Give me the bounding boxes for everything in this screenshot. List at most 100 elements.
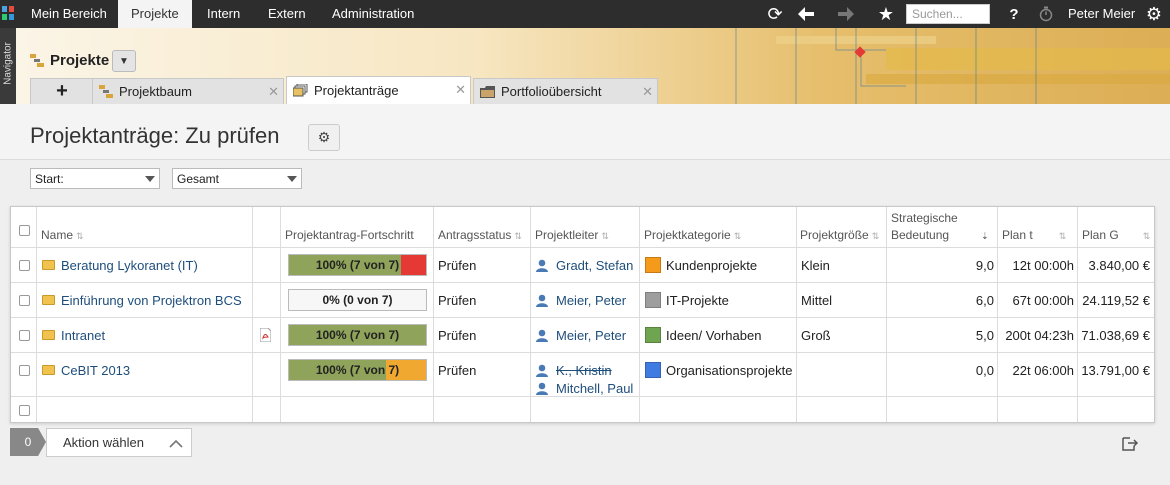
project-name-link[interactable]: Intranet xyxy=(61,328,105,343)
header-label: Plan t xyxy=(1002,228,1033,242)
strategic-value: 6,0 xyxy=(975,293,994,308)
project-leader-link[interactable]: Gradt, Stefan xyxy=(556,258,633,273)
progress-bar: 100% (7 von 7) xyxy=(288,324,427,346)
header-label: Bedeutung xyxy=(891,228,950,242)
tab-label: Portfolioübersicht xyxy=(501,84,602,99)
table-row[interactable]: Einführung von Projektron BCS 0% (0 von 7… xyxy=(11,282,1154,317)
scope-filter-value: Gesamt xyxy=(177,172,220,186)
proposals-stack-icon xyxy=(293,84,308,97)
progress-label: 0% (0 von 7) xyxy=(322,293,393,307)
add-tab-button[interactable]: + xyxy=(30,78,94,104)
proposals-table: Name ⇅ Projektantrag-Fortschritt Antragss… xyxy=(10,206,1155,423)
nav-projekte[interactable]: Projekte xyxy=(118,0,192,28)
nav-mein-bereich[interactable]: Mein Bereich xyxy=(18,0,120,28)
header-category[interactable]: Projektkategorie ⇅ xyxy=(644,228,741,242)
header-strategic[interactable]: Bedeutung ⇣ xyxy=(891,228,989,242)
row-checkbox[interactable] xyxy=(19,260,30,271)
navigator-label: Navigator xyxy=(2,42,14,85)
page-title: Projektanträge: Zu prüfen xyxy=(30,123,280,148)
action-select[interactable]: Aktion wählen xyxy=(46,428,192,457)
nav-administration[interactable]: Administration xyxy=(319,0,427,28)
header-size[interactable]: Projektgröße ⇅ xyxy=(800,228,879,242)
close-tab-icon[interactable]: ✕ xyxy=(268,84,279,100)
person-icon xyxy=(536,329,548,342)
start-filter-select[interactable]: Start: xyxy=(30,168,160,189)
plan-g-value: 24.119,52 € xyxy=(1082,293,1150,308)
sort-icon: ⇅ xyxy=(733,231,742,241)
favorites-star-icon[interactable]: ★ xyxy=(875,4,897,24)
summary-checkbox[interactable] xyxy=(19,405,30,416)
project-leader-link[interactable]: K., Kristin xyxy=(556,363,612,378)
module-menu-dropdown-button[interactable]: ▼ xyxy=(112,50,136,72)
table-row[interactable]: Intranet 100% (7 von 7) Prüfen Meier, Peter… xyxy=(11,317,1154,352)
nav-intern[interactable]: Intern xyxy=(194,0,253,28)
category-color-swatch xyxy=(645,257,661,273)
header-status[interactable]: Antragsstatus ⇅ xyxy=(438,228,522,242)
project-leader-link[interactable]: Meier, Peter xyxy=(556,293,626,308)
export-icon[interactable] xyxy=(1121,434,1139,452)
project-name-link[interactable]: Einführung von Projektron BCS xyxy=(61,293,242,308)
search-input[interactable] xyxy=(906,4,990,24)
page-settings-button[interactable]: ⚙ xyxy=(308,124,340,151)
help-icon[interactable]: ? xyxy=(1003,4,1025,24)
scope-filter-select[interactable]: Gesamt xyxy=(172,168,302,189)
project-name-link[interactable]: Beratung Lykoranet (IT) xyxy=(61,258,198,273)
chevron-up-icon xyxy=(169,439,183,448)
tab-projektantraege[interactable]: Projektanträge ✕ xyxy=(286,76,471,104)
progress-label: 100% (7 von 7) xyxy=(315,328,400,342)
project-name-link[interactable]: CeBIT 2013 xyxy=(61,363,130,378)
person-icon xyxy=(536,382,548,395)
refresh-icon[interactable]: ⟳ xyxy=(764,4,786,24)
summary-row xyxy=(11,396,1154,422)
tab-projektbaum[interactable]: Projektbaum ✕ xyxy=(92,78,284,104)
banner-decoration-graphic xyxy=(735,28,1170,104)
header-label: Projektgröße xyxy=(800,228,869,242)
project-leader-link[interactable]: Mitchell, Paul xyxy=(556,381,633,396)
project-leader-link[interactable]: Meier, Peter xyxy=(556,328,626,343)
row-checkbox[interactable] xyxy=(19,365,30,376)
forward-arrow-icon[interactable] xyxy=(835,4,857,24)
progress-bar: 100% (7 von 7) xyxy=(288,254,427,276)
header-plan-g[interactable]: Plan G ⇅ xyxy=(1082,228,1150,242)
plan-t-value: 22t 06:00h xyxy=(1012,363,1074,378)
row-checkbox[interactable] xyxy=(19,295,30,306)
folder-icon xyxy=(42,365,55,375)
nav-extern[interactable]: Extern xyxy=(255,0,319,28)
stopwatch-icon[interactable] xyxy=(1035,4,1057,24)
person-icon xyxy=(536,364,548,377)
strategic-value: 9,0 xyxy=(975,258,994,273)
progress-label: 100% (7 von 7) xyxy=(315,363,400,377)
folder-icon xyxy=(42,295,55,305)
strategic-value: 5,0 xyxy=(975,328,994,343)
header-label: Plan G xyxy=(1082,228,1119,242)
header-plan-t[interactable]: Plan t ⇅ xyxy=(1002,228,1066,242)
start-filter-value: Start: xyxy=(35,172,64,186)
header-name[interactable]: Name ⇅ xyxy=(41,228,84,242)
header-progress[interactable]: Projektantrag-Fortschritt xyxy=(285,228,414,242)
table-row[interactable]: CeBIT 2013 100% (7 von 7) Prüfen K., Kristi… xyxy=(11,352,1154,396)
tab-label: Projektbaum xyxy=(119,84,192,99)
pdf-document-icon[interactable] xyxy=(260,328,271,342)
sort-icon: ⇅ xyxy=(76,231,84,241)
tab-portfoliouebersicht[interactable]: Portfolioübersicht ✕ xyxy=(473,78,658,104)
close-tab-icon[interactable]: ✕ xyxy=(642,84,653,100)
sort-icon: ⇅ xyxy=(1058,231,1067,241)
user-name[interactable]: Peter Meier xyxy=(1068,0,1135,28)
header-strategic-line1[interactable]: Strategische xyxy=(891,211,958,225)
settings-gear-icon[interactable]: ⚙ xyxy=(1143,4,1165,24)
close-tab-icon[interactable]: ✕ xyxy=(455,82,466,98)
select-all-checkbox[interactable] xyxy=(19,225,30,236)
action-label: Aktion wählen xyxy=(63,435,144,450)
status-text: Prüfen xyxy=(438,293,477,308)
table-row[interactable]: Beratung Lykoranet (IT) 100% (7 von 7) Prü… xyxy=(11,247,1154,282)
sort-icon: ⇅ xyxy=(871,231,880,241)
row-checkbox[interactable] xyxy=(19,330,30,341)
navigator-sidebar-toggle[interactable]: Navigator xyxy=(0,28,16,104)
header-leader[interactable]: Projektleiter ⇅ xyxy=(535,228,609,242)
person-icon xyxy=(536,259,548,272)
back-arrow-icon[interactable] xyxy=(795,4,817,24)
progress-label: 100% (7 von 7) xyxy=(315,258,400,272)
top-bar: Mein Bereich Projekte Intern Extern Admi… xyxy=(0,0,1170,28)
project-tree-icon xyxy=(99,85,113,98)
header-label: Projektantrag-Fortschritt xyxy=(285,228,414,242)
